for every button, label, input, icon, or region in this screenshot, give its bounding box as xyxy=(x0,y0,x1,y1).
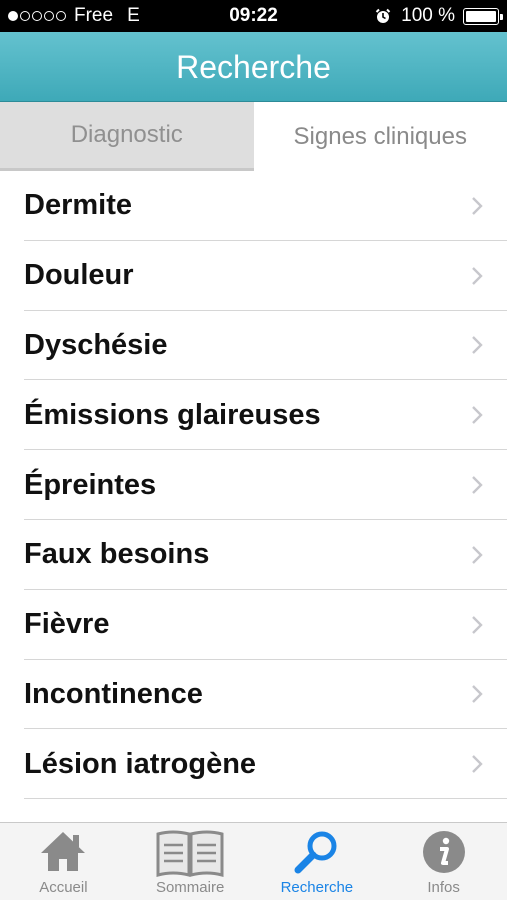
bottom-tab-bar: Accueil Sommaire Recherche Infos xyxy=(0,822,507,900)
list-item-label: Émissions glaireuses xyxy=(24,398,321,431)
list-item-label: Douleur xyxy=(24,259,134,292)
home-icon xyxy=(41,832,86,871)
tab-bar-item-sommaire[interactable]: Sommaire xyxy=(127,823,254,900)
chevron-right-icon xyxy=(472,406,483,425)
chevron-right-icon xyxy=(472,266,483,285)
navigation-bar: Recherche xyxy=(0,32,507,102)
tab-bar-label: Infos xyxy=(427,879,460,896)
info-icon xyxy=(422,831,465,873)
list-item[interactable]: Fièvre xyxy=(0,590,507,660)
list-item-label: Fièvre xyxy=(24,608,110,641)
list-item[interactable]: Dyschésie xyxy=(0,311,507,381)
tab-bar-item-recherche[interactable]: Recherche xyxy=(254,823,381,900)
list-item[interactable]: Dermite xyxy=(0,171,507,241)
list-item-label: Dyschésie xyxy=(24,328,168,361)
chevron-right-icon xyxy=(472,197,483,215)
list-item-label: Dermite xyxy=(24,189,132,222)
chevron-right-icon xyxy=(472,546,483,564)
page-title: Recherche xyxy=(176,49,331,85)
list-item-label: Lésion iatrogène xyxy=(24,747,257,780)
list-item[interactable]: Douleur xyxy=(0,241,507,311)
clinical-signs-list[interactable]: Dermite Douleur Dyschésie Émissions glai… xyxy=(0,171,507,823)
list-item[interactable]: Émissions glaireuses xyxy=(0,380,507,450)
tab-diagnostic[interactable]: Diagnostic xyxy=(0,102,254,171)
chevron-right-icon xyxy=(472,755,483,774)
status-right: 100 % xyxy=(375,5,503,27)
list-item[interactable]: Incontinence xyxy=(0,660,507,730)
tab-bar-label: Recherche xyxy=(280,879,354,896)
chevron-right-icon xyxy=(472,336,483,355)
list-item[interactable]: Lésion iatrogène xyxy=(0,729,507,799)
segmented-tabs: Diagnostic Signes cliniques xyxy=(0,102,507,171)
list-item[interactable]: Faux besoins xyxy=(0,520,507,590)
book-icon xyxy=(156,830,224,877)
list-item-label: Incontinence xyxy=(24,677,203,710)
tab-bar-label: Sommaire xyxy=(155,879,225,896)
tab-bar-label: Accueil xyxy=(39,879,88,896)
list-item-label: Épreintes xyxy=(24,468,157,501)
battery-icon xyxy=(463,7,503,25)
list-item-label: Faux besoins xyxy=(24,538,210,571)
chevron-right-icon xyxy=(472,685,483,704)
tab-bar-item-infos[interactable]: Infos xyxy=(380,823,507,900)
list-item[interactable]: Épreintes xyxy=(0,450,507,520)
search-icon xyxy=(294,831,337,874)
tab-bar-item-accueil[interactable]: Accueil xyxy=(0,823,127,900)
status-bar: Free E 09:22 100 % xyxy=(0,0,507,32)
battery-percentage: 100 % xyxy=(401,5,455,26)
tab-signes-cliniques[interactable]: Signes cliniques xyxy=(253,102,507,171)
alarm-clock-icon xyxy=(375,8,391,23)
chevron-right-icon xyxy=(472,476,483,494)
battery-fill xyxy=(466,10,496,22)
chevron-right-icon xyxy=(472,615,483,634)
